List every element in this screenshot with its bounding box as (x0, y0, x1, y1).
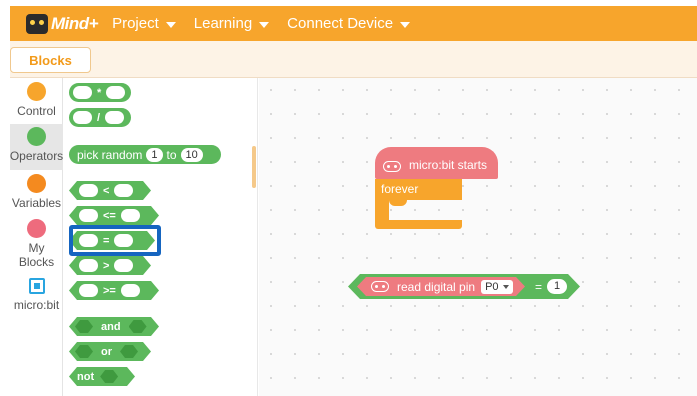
greater-equal-block[interactable]: >= (69, 281, 159, 300)
input-slot[interactable] (121, 284, 140, 297)
microbit-starts-block[interactable]: micro:bit starts (375, 147, 498, 179)
read-digital-pin-block[interactable]: read digital pin P0 (357, 277, 525, 296)
microbit-icon (28, 278, 45, 294)
pick-random-label: pick random (77, 147, 143, 162)
pin-dropdown[interactable]: P0 (481, 279, 513, 294)
divide-block[interactable]: / (69, 108, 131, 127)
mind-plus-editor: Mind+ Project Learning Connect Device Bl… (0, 0, 697, 396)
and-block[interactable]: and (69, 317, 159, 336)
my-blocks-color-icon (27, 219, 46, 238)
category-microbit[interactable]: micro:bit (10, 278, 63, 318)
robot-logo-icon (26, 13, 48, 34)
control-color-icon (27, 82, 46, 101)
greater-than-operator: > (103, 259, 110, 272)
and-label: and (101, 320, 121, 333)
forever-label: forever (381, 182, 419, 196)
less-than-block[interactable]: < (69, 181, 151, 200)
input-slot[interactable] (73, 86, 92, 99)
less-equal-operator: <= (103, 209, 116, 222)
less-equal-block[interactable]: <= (69, 206, 159, 225)
top-menu-bar: Mind+ Project Learning Connect Device (10, 6, 697, 41)
random-from-value[interactable]: 1 (146, 147, 163, 162)
forever-block-bottom (375, 220, 462, 229)
greater-equal-operator: >= (103, 284, 116, 297)
boolean-slot[interactable] (120, 345, 138, 358)
pin-dropdown-value: P0 (485, 280, 499, 293)
menu-project-label: Project (112, 15, 159, 32)
random-to-label: to (166, 147, 177, 162)
multiply-operator: * (97, 86, 102, 99)
or-label: or (101, 345, 112, 358)
category-variables[interactable]: Variables (10, 174, 63, 216)
input-slot[interactable] (79, 259, 98, 272)
variables-color-icon (27, 174, 46, 193)
chevron-down-icon (502, 284, 509, 289)
random-to-value[interactable]: 10 (180, 147, 203, 162)
category-my-blocks-label: My Blocks (18, 241, 55, 269)
operators-color-icon (27, 127, 46, 146)
category-control[interactable]: Control (10, 82, 63, 124)
hat-label: micro:bit starts (409, 158, 488, 172)
script-canvas[interactable] (259, 78, 697, 396)
input-slot[interactable] (121, 209, 140, 222)
menu-connect-device[interactable]: Connect Device (287, 15, 411, 32)
divide-operator: / (97, 111, 101, 124)
selection-highlight (69, 225, 161, 256)
category-variables-label: Variables (11, 196, 62, 210)
chevron-down-icon (400, 21, 411, 28)
input-slot[interactable] (73, 111, 92, 124)
chevron-down-icon (165, 21, 176, 28)
less-than-operator: < (103, 184, 110, 197)
boolean-slot[interactable] (75, 345, 93, 358)
not-block[interactable]: not (69, 367, 135, 386)
microbit-face-icon (371, 281, 389, 292)
compare-value-input[interactable]: 1 (547, 279, 567, 294)
input-slot[interactable] (114, 259, 133, 272)
menu-connect-device-label: Connect Device (287, 15, 394, 32)
menu-learning[interactable]: Learning (193, 15, 270, 32)
boolean-slot[interactable] (129, 320, 147, 333)
read-pin-label: read digital pin (397, 279, 476, 294)
input-slot[interactable] (105, 111, 125, 124)
chevron-down-icon (259, 21, 270, 28)
or-block[interactable]: or (69, 342, 151, 361)
input-slot[interactable] (106, 86, 126, 99)
forever-block-arm (375, 200, 389, 220)
input-slot[interactable] (79, 184, 98, 197)
boolean-slot[interactable] (100, 370, 118, 383)
pick-random-block[interactable]: pick random 1 to 10 (69, 145, 221, 164)
menu-project[interactable]: Project (112, 15, 176, 32)
menu-learning-label: Learning (193, 15, 253, 32)
category-control-label: Control (17, 104, 56, 118)
greater-than-block[interactable]: > (69, 256, 151, 275)
input-slot[interactable] (114, 184, 133, 197)
not-label: not (77, 370, 95, 383)
category-operators[interactable]: Operators (10, 124, 63, 170)
category-operators-label: Operators (9, 149, 64, 163)
palette-scrollbar[interactable] (252, 146, 256, 188)
multiply-block[interactable]: * (69, 83, 131, 102)
input-slot[interactable] (79, 209, 98, 222)
editor-tab-row: Blocks (10, 41, 697, 78)
canvas-equals-operator: = (535, 280, 543, 294)
tab-blocks[interactable]: Blocks (10, 47, 91, 73)
logo-text: Mind+ (51, 13, 99, 33)
category-my-blocks[interactable]: My Blocks (10, 219, 63, 271)
forever-block[interactable]: forever (375, 179, 462, 200)
category-microbit-label: micro:bit (13, 298, 60, 312)
boolean-slot[interactable] (75, 320, 93, 333)
microbit-face-icon (383, 161, 401, 172)
input-slot[interactable] (79, 284, 98, 297)
app-logo[interactable]: Mind+ (26, 13, 99, 34)
category-menu: Control Operators Variables My Blocks mi… (10, 78, 63, 396)
